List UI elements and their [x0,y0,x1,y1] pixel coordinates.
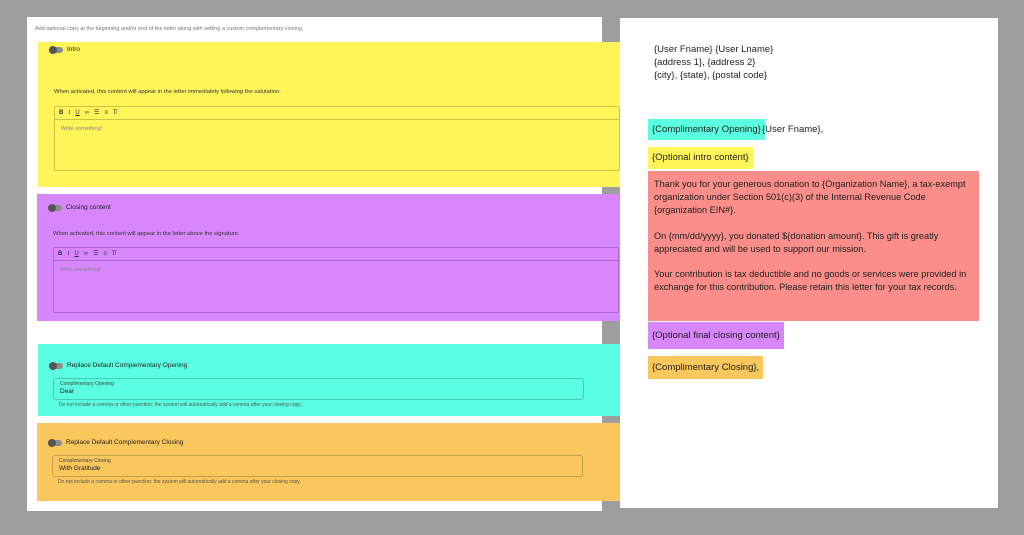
complimentary-closing-field-label: Complimentary Closing [59,458,111,464]
bold-icon[interactable]: B [59,110,63,116]
intro-label: Intro [67,46,81,53]
closing-help-text: Do not include a comma or other punction… [58,479,301,485]
underline-icon[interactable]: U [75,110,79,116]
letter-body: Thank you for your generous donation to … [648,171,979,321]
intro-description: When activated, this content will appear… [54,89,281,95]
letter-preview-panel: {User Fname} {User Lname} {address 1}, {… [620,18,998,508]
address-line-name: {User Fname} {User Lname} [654,44,774,55]
closing-label: Closing content [66,204,111,211]
bullet-list-icon[interactable]: ≡ [103,251,107,257]
intro-placeholder: Write something! [61,126,103,132]
complimentary-opening-highlight: {Complimentary Opening} [648,119,765,140]
helper-text: Add optional copy at the beginning and/o… [35,26,304,32]
body-paragraph-3: Your contribution is tax deductible and … [654,269,967,293]
intro-highlight: {Optional intro content} [648,147,753,169]
ordered-list-icon[interactable]: ☰ [93,251,98,257]
opening-replace-label: Replace Default Complementary Opening [67,362,188,369]
closing-editor-toolbar: B I U ∞ ☰ ≡ T̸ [54,248,618,261]
body-paragraph-1: Thank you for your generous donation to … [654,179,966,216]
intro-editor-toolbar: B I U ∞ ☰ ≡ T̸ [55,107,619,120]
closing-description: When activated, this content will appear… [53,231,240,237]
opening-replace-section: Replace Default Complementary Opening Co… [38,344,631,416]
ordered-list-icon[interactable]: ☰ [94,110,99,116]
complimentary-opening-field[interactable]: Complimentary Opening Dear [53,378,584,400]
italic-icon[interactable]: I [68,110,70,116]
complimentary-opening-field-label: Complimentary Opening [60,381,114,387]
link-icon[interactable]: ∞ [85,110,89,116]
complimentary-opening-input[interactable]: Dear [60,388,74,395]
complimentary-closing-field[interactable]: Complimentary Closing With Gratitude [52,455,583,477]
complimentary-closing-highlight: {Complimentary Closing}, [648,356,764,379]
closing-placeholder: Write something! [60,267,102,273]
closing-toggle[interactable] [48,204,62,212]
opening-help-text: Do not include a comma or other punction… [59,402,302,408]
address-line-street: {address 1}, {address 2} [654,57,756,68]
body-paragraph-2: On {mm/dd/yyyy}, you donated ${donation … [654,230,939,254]
salutation-name: {User Fname}, [762,124,824,135]
clear-format-icon[interactable]: T̸ [113,110,117,116]
letter-settings-panel: Add optional copy at the beginning and/o… [27,17,631,511]
closing-section: Closing content When activated, this con… [37,194,631,321]
address-block: {User Fname} {User Lname} {address 1}, {… [654,43,773,82]
address-line-city: {city}, {state}, {postal code} [654,70,768,81]
link-icon[interactable]: ∞ [84,251,88,257]
bullet-list-icon[interactable]: ≡ [104,110,108,116]
closing-replace-toggle[interactable] [48,439,62,447]
intro-editor[interactable]: B I U ∞ ☰ ≡ T̸ Write something! [54,106,620,171]
opening-replace-toggle[interactable] [49,362,63,370]
final-closing-highlight: {Optional final closing content} [648,322,784,349]
clear-format-icon[interactable]: T̸ [112,251,116,257]
italic-icon[interactable]: I [67,251,69,257]
intro-section: Intro When activated, this content will … [38,42,631,187]
complimentary-closing-input[interactable]: With Gratitude [59,465,101,472]
closing-replace-label: Replace Default Complementary Closing [66,439,184,446]
intro-toggle[interactable] [49,46,63,54]
bold-icon[interactable]: B [58,251,62,257]
closing-replace-section: Replace Default Complementary Closing Co… [37,423,631,501]
underline-icon[interactable]: U [74,251,78,257]
closing-editor[interactable]: B I U ∞ ☰ ≡ T̸ Write something! [53,247,619,313]
